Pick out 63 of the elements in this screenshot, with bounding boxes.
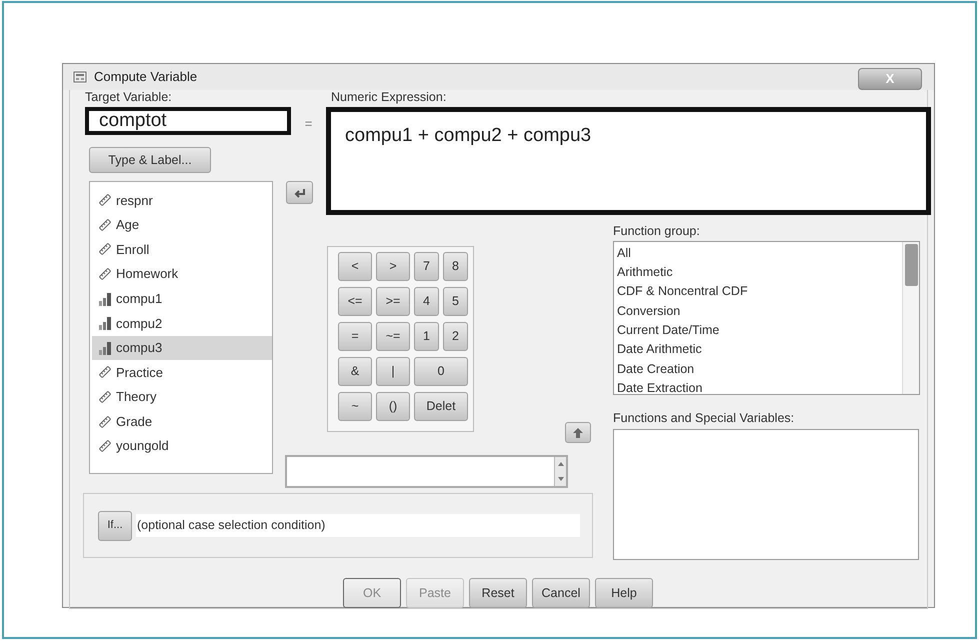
variable-item[interactable]: compu2	[92, 310, 272, 336]
spin-down-icon	[556, 476, 564, 482]
keypad-key[interactable]: 4	[414, 287, 439, 316]
equals-sign: =	[304, 115, 314, 134]
keypad-key[interactable]: ~=	[376, 322, 410, 351]
variable-item[interactable]: Enroll	[92, 237, 272, 262]
variable-item[interactable]: Practice	[92, 360, 272, 385]
keypad-key[interactable]: ()	[376, 392, 410, 421]
bar-chart-icon	[98, 340, 112, 355]
enter-arrow-icon	[292, 186, 306, 198]
window-title: Compute Variable	[94, 68, 198, 86]
variable-item[interactable]: respnr	[92, 188, 272, 213]
calculator-icon	[73, 70, 87, 84]
variable-item[interactable]: compu3	[92, 336, 272, 360]
function-group-item[interactable]: Date Creation	[617, 360, 899, 379]
keypad-key[interactable]: Delet	[414, 392, 468, 421]
expression-field[interactable]: compu1 + compu2 + compu3	[326, 107, 931, 215]
variable-item[interactable]: Theory	[92, 384, 272, 410]
bar-chart-icon	[98, 292, 112, 306]
dialog-button[interactable]: Cancel	[532, 578, 590, 608]
move-up-button[interactable]	[565, 422, 591, 443]
function-group-item[interactable]: CDF & Noncentral CDF	[617, 282, 899, 302]
up-arrow-icon	[572, 426, 584, 438]
field-label: Target Variable:	[85, 89, 173, 106]
condition-text: (optional case selection condition)	[136, 514, 580, 537]
type-label-button[interactable]: Type & Label...	[89, 147, 211, 173]
keypad-key[interactable]: &	[338, 357, 372, 386]
keypad-key[interactable]: 2	[443, 322, 468, 351]
keypad-key[interactable]: 1	[414, 322, 439, 351]
function-group-item[interactable]: All	[617, 244, 899, 264]
keypad-key[interactable]: <=	[338, 287, 372, 316]
function-group-item[interactable]: Date Extraction	[617, 378, 899, 394]
keypad-key[interactable]: ~	[338, 392, 372, 421]
variable-item[interactable]: Homework	[92, 262, 272, 286]
dialog-button[interactable]: Help	[595, 578, 653, 608]
keypad-key[interactable]: |	[376, 357, 410, 386]
keypad-key[interactable]: 8	[443, 252, 468, 281]
keypad-key[interactable]: <	[338, 252, 372, 281]
function-group-item[interactable]: Current Date/Time	[617, 320, 899, 340]
variable-item[interactable]: Age	[92, 212, 272, 238]
variable-item[interactable]: compu1	[92, 286, 272, 311]
spin-field[interactable]	[285, 455, 568, 488]
keypad-key[interactable]: >=	[376, 287, 410, 316]
field-label: Numeric Expression:	[330, 89, 448, 106]
keypad-key[interactable]: 7	[414, 252, 439, 281]
keypad-key[interactable]: 5	[443, 287, 468, 316]
function-group-item[interactable]: Date Arithmetic	[617, 340, 899, 360]
target-variable-field[interactable]: comptot	[85, 107, 291, 135]
move-button[interactable]	[286, 181, 313, 204]
keypad-key[interactable]: >	[376, 252, 410, 281]
keypad-key[interactable]: =	[338, 322, 372, 351]
spin-up-icon	[556, 461, 564, 468]
function-group-item[interactable]: Conversion	[617, 302, 899, 321]
list-label: Functions and Special Variables:	[613, 410, 794, 427]
list-label: Function group:	[613, 223, 700, 240]
bar-chart-icon	[98, 316, 112, 330]
keypad-key[interactable]: 0	[414, 357, 468, 386]
if-button[interactable]: If...	[98, 510, 132, 540]
variable-item[interactable]: Grade	[92, 409, 272, 434]
variable-item[interactable]: youngold	[92, 434, 272, 459]
scrollbar[interactable]	[902, 242, 919, 394]
function-group-item[interactable]: Arithmetic	[617, 263, 899, 282]
dialog-button[interactable]: Reset	[469, 578, 527, 608]
